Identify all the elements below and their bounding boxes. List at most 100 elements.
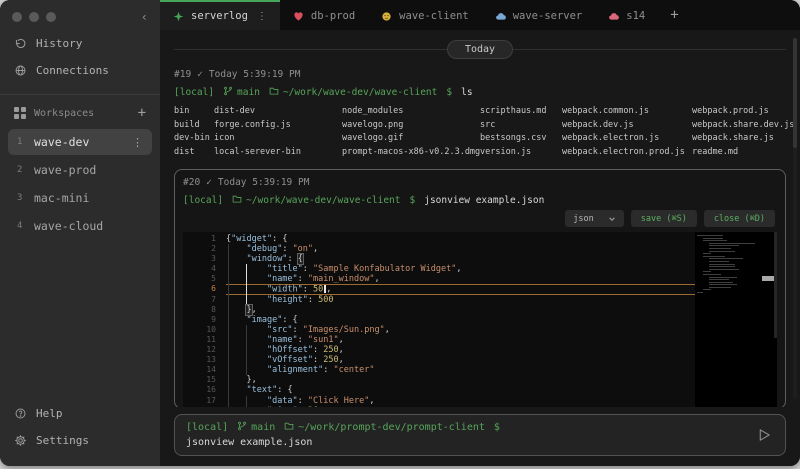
- sidebar-item-settings[interactable]: Settings: [0, 427, 160, 454]
- minimap-line: [697, 235, 723, 236]
- tab-s14[interactable]: s14: [595, 0, 658, 30]
- command-block-20[interactable]: #20 ✓ Today 5:39:19 PM [local]~/work/wav…: [174, 169, 786, 407]
- prompt-line: [local]main~/work/wave-dev/wave-client$l…: [174, 86, 786, 99]
- token: ,: [318, 406, 323, 407]
- ls-column: scripthaus.mdsrcbestsongs.csvversion.js: [480, 105, 562, 159]
- viewer-toolbar: json save (⌘S) close (⌘D): [185, 210, 775, 227]
- window-controls[interactable]: [12, 12, 56, 22]
- token: :: [323, 365, 333, 375]
- file-name: webpack.electron.prod.js: [562, 146, 692, 160]
- token: :: [282, 244, 292, 254]
- history-scrollbar-handle[interactable]: [793, 38, 797, 148]
- minimap-line: [709, 266, 735, 267]
- check-icon: ✓: [206, 177, 212, 188]
- sidebar-item-label: Connections: [36, 64, 109, 77]
- workspace-number: 1: [17, 137, 25, 147]
- maximize-window-button[interactable]: [46, 12, 56, 22]
- line-number: 12: [183, 345, 216, 355]
- token: ,: [374, 274, 379, 284]
- file-name: webpack.share.js: [692, 132, 794, 146]
- file-name: wavelogo.png: [342, 119, 480, 133]
- token: ,: [326, 285, 331, 295]
- cwd-path: ~/work/wave-dev/wave-client: [283, 87, 437, 98]
- tab-label: wave-server: [513, 10, 583, 22]
- minimap-line: [709, 251, 735, 252]
- code-line: "debug": "on",: [226, 244, 695, 254]
- input-prompt-line: [local]main~/work/prompt-dev/prompt-clie…: [186, 421, 774, 434]
- file-name: webpack.dev.js: [562, 119, 692, 133]
- add-workspace-button[interactable]: +: [138, 105, 146, 121]
- code-line: "name": "sun1",: [226, 335, 695, 345]
- code-area[interactable]: {"widget": { "debug": "on", "window": { …: [226, 232, 695, 407]
- minimize-window-button[interactable]: [29, 12, 39, 22]
- workspace-number: 2: [17, 165, 25, 175]
- prompt-branch: main: [223, 86, 260, 99]
- json-editor[interactable]: 123456789101112131415161718 {"widget": {…: [183, 232, 777, 407]
- workspace-item-wave-dev[interactable]: 1wave-dev⋮: [8, 129, 152, 155]
- tab-wave-client[interactable]: wave-client: [368, 0, 482, 30]
- close-button[interactable]: close (⌘D): [704, 210, 775, 227]
- workspace-item-mac-mini[interactable]: 3mac-mini: [8, 185, 152, 211]
- token: [226, 315, 246, 325]
- editor-minimap[interactable]: [695, 232, 777, 407]
- token: : {: [282, 315, 297, 325]
- tab-serverlog[interactable]: serverlog⋮: [160, 0, 280, 30]
- cwd-path: ~/work/prompt-dev/prompt-client: [298, 422, 485, 433]
- line-number: 7: [183, 295, 216, 305]
- token: :: [313, 345, 323, 355]
- workspace-item-wave-prod[interactable]: 2wave-prod: [8, 157, 152, 183]
- token: :: [303, 264, 313, 274]
- prompt-dollar: $: [446, 87, 452, 98]
- token: ,: [339, 355, 344, 365]
- new-tab-button[interactable]: +: [658, 0, 690, 30]
- save-button[interactable]: save (⌘S): [631, 210, 697, 227]
- sidebar-item-help[interactable]: Help: [0, 400, 160, 427]
- tab-menu-icon[interactable]: ⋮: [257, 11, 267, 22]
- code-line: "hOffset": 250,: [226, 345, 695, 355]
- token: ,: [339, 335, 344, 345]
- code-line: "src": "Images/Sun.png",: [226, 325, 695, 335]
- workspace-name: wave-cloud: [34, 219, 103, 233]
- send-command-icon[interactable]: [757, 428, 772, 443]
- workspace-item-wave-cloud[interactable]: 4wave-cloud: [8, 213, 152, 239]
- app-window: ‹ History Connections Workspaces + 1wave…: [0, 0, 800, 466]
- command-input-box[interactable]: [local]main~/work/prompt-dev/prompt-clie…: [174, 414, 786, 456]
- editor-scrollbar[interactable]: [774, 232, 777, 338]
- code-line: },: [226, 375, 695, 385]
- minimap-line: [709, 258, 743, 259]
- history-scrollbar[interactable]: [793, 38, 797, 399]
- minimap-line: [709, 264, 735, 265]
- tab-wave-server[interactable]: wave-server: [482, 0, 596, 30]
- token: 36: [308, 406, 318, 407]
- mode-select[interactable]: json: [565, 210, 623, 227]
- window-titlebar: ‹: [0, 0, 160, 30]
- file-name: webpack.prod.js: [692, 105, 794, 119]
- workspace-menu-icon[interactable]: ⋮: [132, 136, 143, 149]
- token: "name": [267, 274, 298, 284]
- code-line: "size": 36,: [226, 406, 695, 407]
- command-header: #20 ✓ Today 5:39:19 PM: [183, 177, 777, 188]
- code-line: "data": "Click Here",: [226, 396, 695, 406]
- token: ,: [252, 305, 257, 315]
- close-window-button[interactable]: [12, 12, 22, 22]
- token: :: [308, 295, 318, 305]
- prompt-branch: main: [237, 421, 275, 434]
- minimap-line: [709, 279, 729, 280]
- token: "sun1": [308, 335, 339, 345]
- token: : {: [277, 385, 292, 395]
- command-input[interactable]: jsonview example.json: [186, 437, 774, 448]
- token: ,: [339, 345, 344, 355]
- token: 50: [313, 285, 323, 295]
- ls-output: binbuilddev-bindistdist-devforge.config.…: [174, 105, 786, 159]
- prompt-cwd: ~/work/wave-dev/wave-client: [269, 86, 437, 99]
- collapse-sidebar-icon[interactable]: ‹: [141, 12, 148, 22]
- line-number: 18: [183, 406, 216, 407]
- sidebar-item-connections[interactable]: Connections: [0, 57, 160, 84]
- prompt-cwd: ~/work/wave-dev/wave-client: [232, 194, 400, 207]
- file-name: scripthaus.md: [480, 105, 562, 119]
- sidebar-item-history[interactable]: History: [0, 30, 160, 57]
- minimap-line: [709, 287, 731, 288]
- ls-column: binbuilddev-bindist: [174, 105, 214, 159]
- minimap-line: [703, 271, 711, 272]
- tab-db-prod[interactable]: db-prod: [280, 0, 368, 30]
